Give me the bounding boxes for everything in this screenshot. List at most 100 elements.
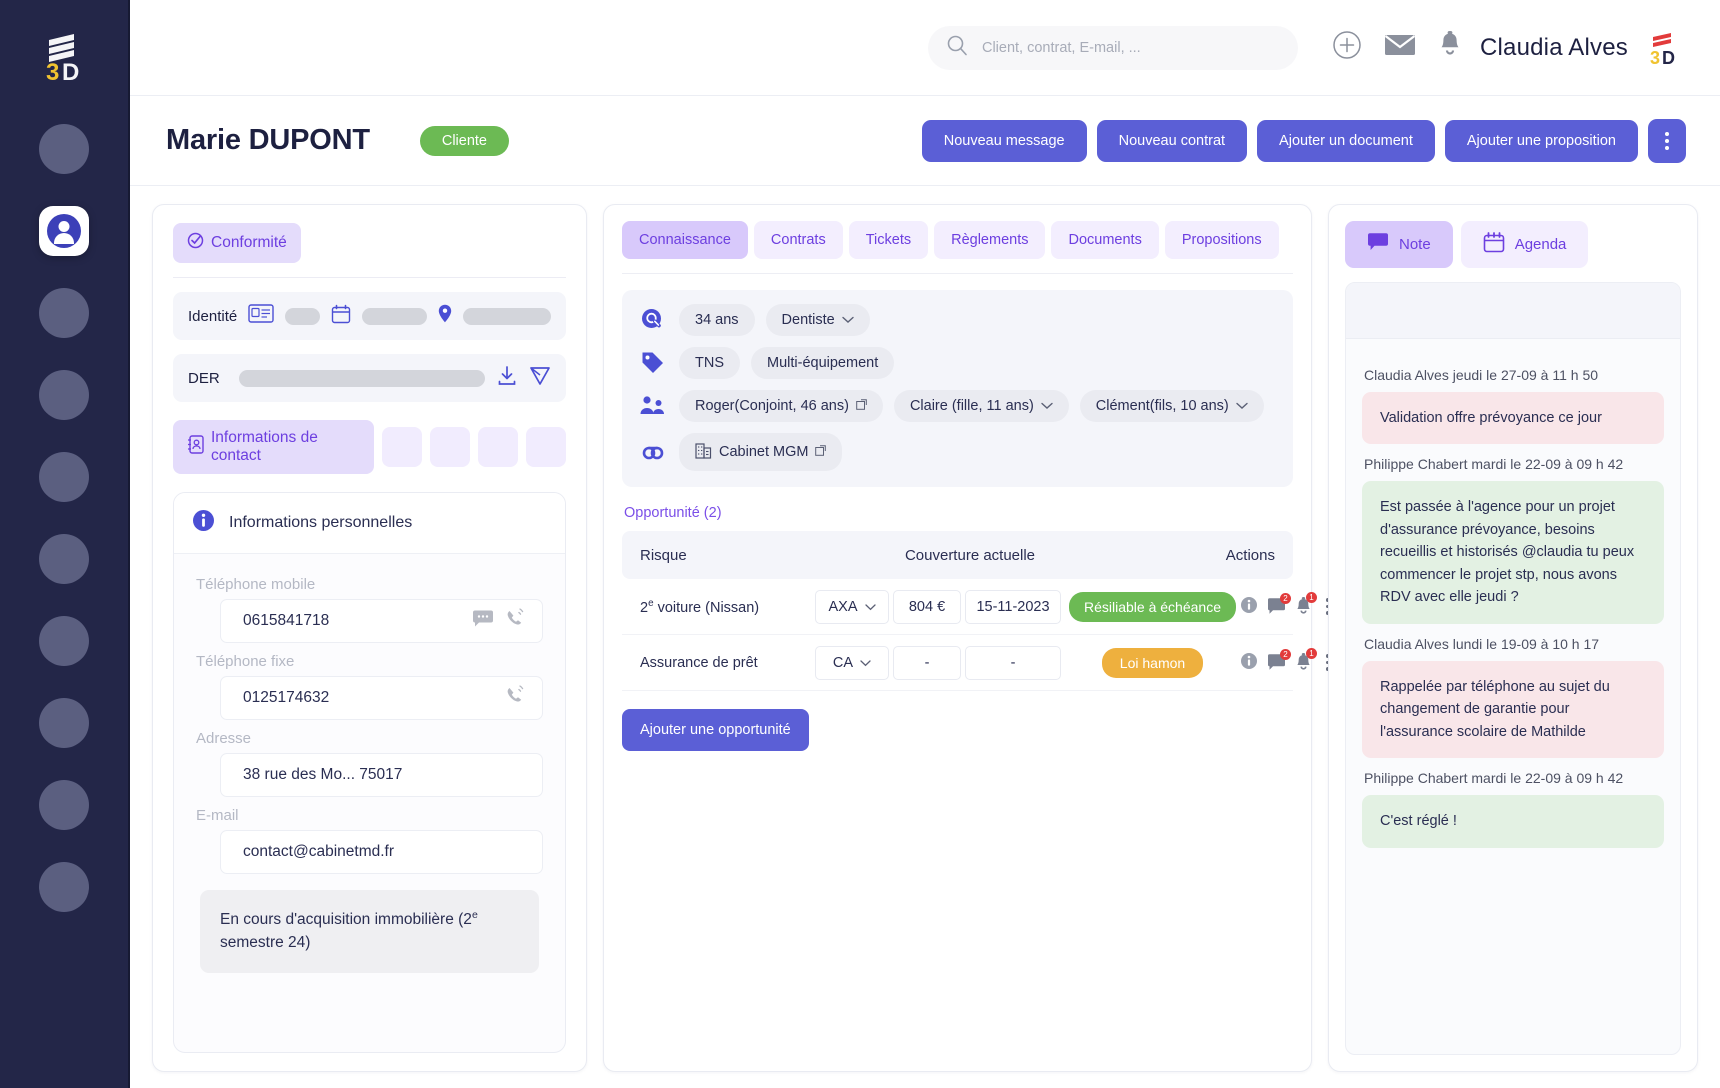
table-row[interactable]: 2e voiture (Nissan) AXA 804 € 15-11-2023… — [622, 579, 1330, 635]
acquisition-note-sup: e — [471, 909, 478, 921]
sidebar-item-5[interactable] — [39, 452, 89, 502]
col-header-coverage: Couverture actuelle — [904, 546, 1036, 564]
tab-reglements[interactable]: Règlements — [934, 221, 1046, 259]
row-amount[interactable]: - — [893, 645, 961, 680]
app-logo-icon: 3 D — [33, 26, 95, 88]
app-root: 3 D Client, contrat, E-mail, ... Claudia… — [0, 0, 1720, 1088]
note-item: Est passée à l'agence pour un projet d'a… — [1362, 481, 1664, 624]
der-row[interactable]: DER — [173, 354, 566, 402]
chevron-down-icon — [1236, 398, 1248, 414]
check-circle-icon — [187, 232, 204, 254]
info-icon[interactable] — [1240, 652, 1258, 674]
kebab-menu-icon[interactable] — [1648, 118, 1686, 163]
chip-age[interactable]: 34 ans — [679, 304, 755, 336]
contact-slot-1[interactable] — [382, 427, 422, 467]
client-details-panel: Conformité Identité DER Informations de … — [152, 204, 587, 1072]
bell-icon[interactable] — [1438, 31, 1462, 64]
phone-icon[interactable] — [504, 684, 528, 712]
tab-agenda[interactable]: Agenda — [1460, 221, 1589, 268]
left-nav-rail: 3 D — [0, 0, 130, 1088]
row-actions: 2 1 — [1240, 592, 1330, 618]
attribute-row-tags: TNS Multi-équipement — [638, 347, 1277, 379]
svg-text:3: 3 — [1650, 48, 1660, 68]
sidebar-item-8[interactable] — [39, 698, 89, 748]
email-field[interactable]: contact@cabinetmd.fr — [220, 830, 543, 874]
building-icon — [695, 441, 712, 463]
conformity-chip[interactable]: Conformité — [173, 223, 301, 263]
chip-son[interactable]: Clément(fils, 10 ans) — [1079, 390, 1264, 422]
der-label: DER — [188, 369, 220, 387]
download-icon[interactable] — [496, 365, 518, 392]
search-input[interactable] — [981, 39, 1280, 56]
chip-tns[interactable]: TNS — [679, 347, 740, 379]
identity-row[interactable]: Identité — [173, 292, 566, 340]
sidebar-item-1[interactable] — [39, 124, 89, 174]
plus-circle-icon[interactable] — [1332, 30, 1362, 65]
note-item: Validation offre prévoyance ce jour — [1362, 392, 1664, 445]
sidebar-item-3[interactable] — [39, 288, 89, 338]
envelope-icon[interactable] — [1384, 32, 1416, 63]
status-badge: Cliente — [419, 125, 509, 156]
chip-company[interactable]: Cabinet MGM — [679, 433, 843, 471]
landline-field[interactable]: 0125174632 — [220, 676, 543, 720]
tab-tickets[interactable]: Tickets — [848, 221, 929, 259]
row-insurer-select[interactable]: AXA — [815, 589, 889, 624]
row-date[interactable]: - — [965, 645, 1061, 680]
add-document-button[interactable]: Ajouter un document — [1257, 119, 1435, 162]
sidebar-item-10[interactable] — [39, 862, 89, 912]
add-opportunity-button[interactable]: Ajouter une opportunité — [622, 709, 809, 751]
bell-icon[interactable]: 1 — [1295, 592, 1317, 616]
sms-icon[interactable] — [472, 610, 494, 633]
tab-propositions[interactable]: Propositions — [1164, 221, 1279, 259]
chip-multi-equipement[interactable]: Multi-équipement — [751, 347, 895, 379]
notes-toolbar[interactable] — [1346, 283, 1680, 339]
global-search[interactable] — [927, 25, 1298, 70]
bell-icon[interactable]: 1 — [1295, 648, 1317, 672]
contact-slot-4[interactable] — [526, 427, 566, 467]
sidebar-item-clients[interactable] — [39, 206, 89, 256]
note-icon[interactable]: 2 — [1267, 593, 1291, 615]
chip-profession[interactable]: Dentiste — [765, 304, 870, 336]
mobile-phone-value: 0615841718 — [243, 612, 330, 629]
tab-note[interactable]: Note — [1345, 221, 1453, 268]
top-bar-icons — [1332, 30, 1462, 65]
sidebar-item-7[interactable] — [39, 616, 89, 666]
new-message-button[interactable]: Nouveau message — [921, 119, 1087, 162]
phone-icon[interactable] — [504, 607, 528, 635]
mobile-phone-field[interactable]: 0615841718 — [220, 599, 543, 643]
row-status: Résiliable à échéance — [1065, 591, 1240, 622]
chip-daughter[interactable]: Claire (fille, 11 ans) — [893, 390, 1069, 422]
new-contract-button[interactable]: Nouveau contrat — [1096, 119, 1248, 162]
note-icon[interactable]: 2 — [1267, 649, 1291, 671]
sidebar-item-9[interactable] — [39, 780, 89, 830]
tab-bar: Connaissance Contrats Tickets Règlements… — [622, 221, 1293, 259]
current-user-name: Claudia Alves — [1479, 33, 1628, 61]
sidebar-item-4[interactable] — [39, 370, 89, 420]
add-proposal-button[interactable]: Ajouter une proposition — [1444, 119, 1638, 162]
address-value: 38 rue des Mo... 75017 — [243, 766, 403, 783]
row-risk-prefix: 2 — [640, 599, 649, 616]
info-icon[interactable] — [1240, 596, 1258, 618]
knowledge-panel: Connaissance Contrats Tickets Règlements… — [603, 204, 1330, 1072]
row-date[interactable]: 15-11-2023 — [965, 589, 1061, 624]
contact-slot-3[interactable] — [478, 427, 518, 467]
sidebar-item-6[interactable] — [39, 534, 89, 584]
row-insurer-select[interactable]: CA — [815, 645, 889, 680]
tab-documents[interactable]: Documents — [1051, 221, 1159, 259]
address-label: Adresse — [196, 730, 252, 747]
attribute-row-company: Cabinet MGM — [638, 433, 1277, 471]
contact-info-chip[interactable]: Informations de contact — [173, 420, 374, 474]
send-icon[interactable] — [529, 365, 551, 392]
identity-label: Identité — [188, 307, 238, 325]
tab-contrats[interactable]: Contrats — [753, 221, 843, 259]
address-book-icon — [187, 435, 204, 459]
row-amount[interactable]: 804 € — [893, 589, 961, 624]
page-header: Marie DUPONT Cliente Nouveau message Nou… — [130, 96, 1720, 186]
attribute-row-profile: 34 ans Dentiste — [638, 304, 1277, 336]
contact-slot-2[interactable] — [430, 427, 470, 467]
address-field[interactable]: 38 rue des Mo... 75017 — [220, 753, 543, 797]
table-row[interactable]: Assurance de prêt CA - - Loi hamon 2 1 — [622, 635, 1330, 691]
chip-spouse[interactable]: Roger(Conjoint, 46 ans) — [679, 390, 883, 422]
tab-connaissance[interactable]: Connaissance — [622, 221, 748, 259]
attribute-row-family: Roger(Conjoint, 46 ans) Claire (fille, 1… — [638, 390, 1277, 422]
